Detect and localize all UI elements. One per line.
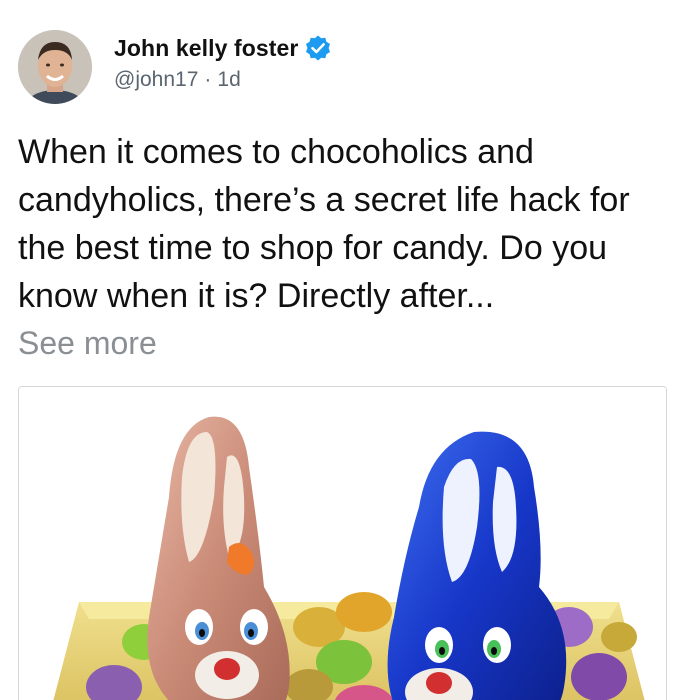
meta-separator: ·: [204, 68, 212, 91]
verified-badge-icon: [304, 34, 332, 62]
author-name-row: John kelly foster: [114, 34, 332, 62]
author-meta: John kelly foster @john17 · 1d: [114, 30, 332, 92]
social-post: John kelly foster @john17 · 1d When it com…: [0, 0, 700, 700]
author-handle[interactable]: @john17: [114, 68, 198, 91]
handle-row: @john17 · 1d: [114, 68, 332, 92]
see-more-link[interactable]: See more: [18, 325, 157, 362]
post-image[interactable]: [18, 386, 667, 700]
author-name[interactable]: John kelly foster: [114, 35, 298, 62]
post-text: When it comes to chocoholics and candyho…: [18, 133, 630, 315]
post-header: John kelly foster @john17 · 1d: [18, 30, 332, 120]
post-timestamp[interactable]: 1d: [217, 68, 240, 91]
easter-bunnies-image: [19, 387, 666, 700]
avatar[interactable]: [18, 30, 92, 104]
